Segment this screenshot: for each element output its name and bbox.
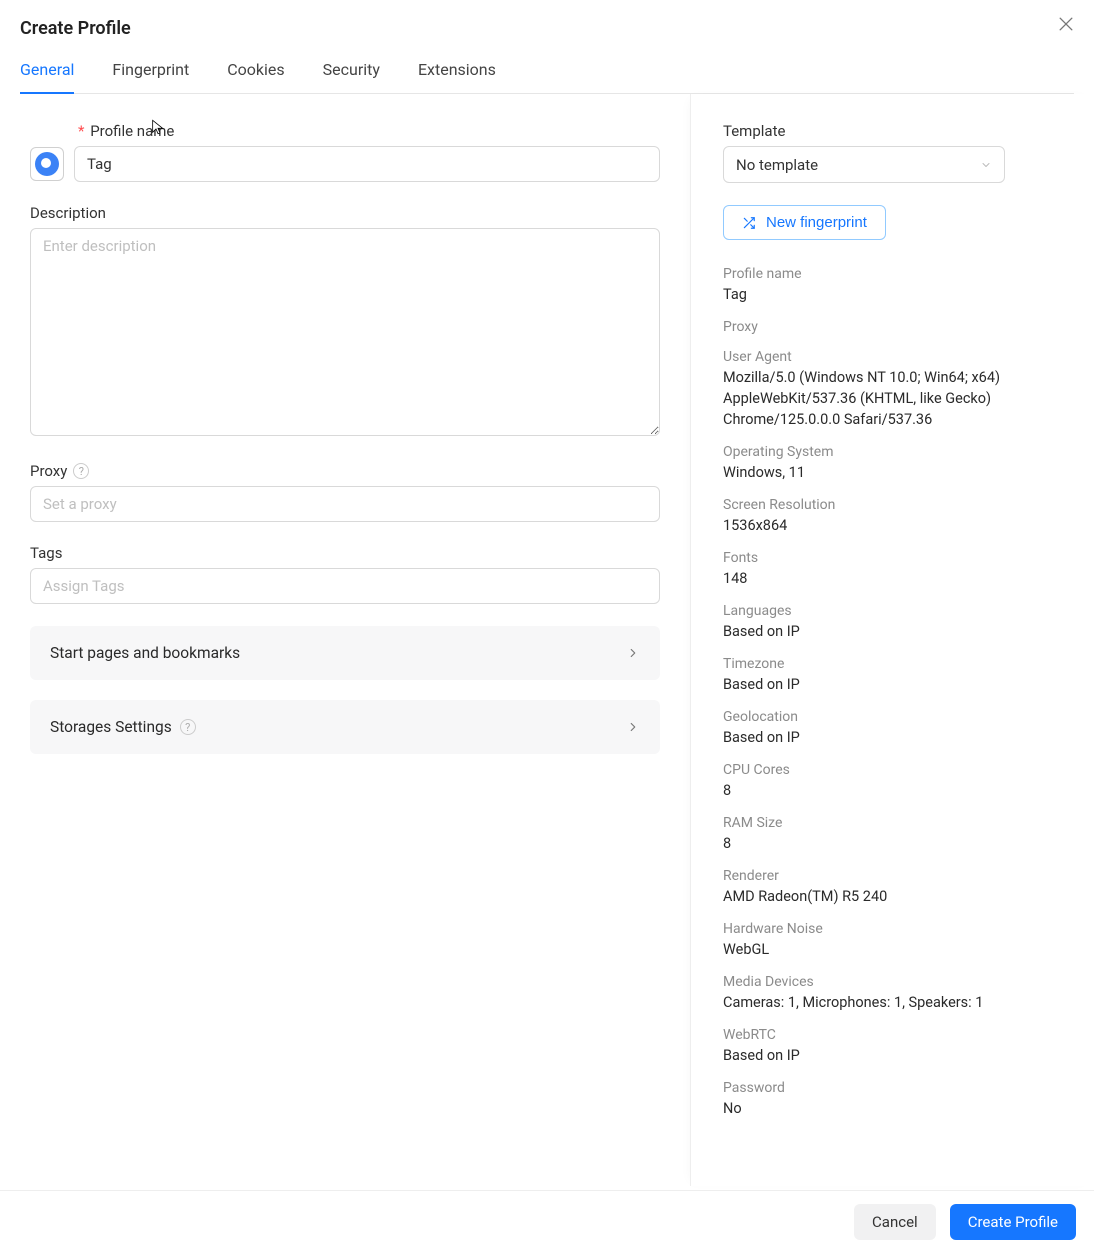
proxy-input[interactable] <box>30 486 660 522</box>
info-value: Based on IP <box>723 621 1064 642</box>
tab-general[interactable]: General <box>20 54 74 94</box>
info-item: Password No <box>723 1080 1064 1119</box>
info-item: Hardware Noise WebGL <box>723 921 1064 960</box>
info-key: Operating System <box>723 444 1064 460</box>
proxy-label: Proxy <box>30 462 67 480</box>
page-title: Create Profile <box>20 18 1074 39</box>
tabs: General Fingerprint Cookies Security Extensi… <box>20 53 1074 94</box>
info-key: CPU Cores <box>723 762 1064 778</box>
new-fingerprint-button[interactable]: New fingerprint <box>723 205 886 240</box>
panel-start-pages[interactable]: Start pages and bookmarks <box>30 626 660 680</box>
cancel-button[interactable]: Cancel <box>854 1204 936 1240</box>
info-value: 8 <box>723 780 1064 801</box>
profile-name-input[interactable] <box>74 146 660 182</box>
info-value: No <box>723 1098 1064 1119</box>
tags-input[interactable] <box>30 568 660 604</box>
info-item: WebRTC Based on IP <box>723 1027 1064 1066</box>
info-value: AMD Radeon(TM) R5 240 <box>723 886 1064 907</box>
info-value: Based on IP <box>723 727 1064 748</box>
info-key: Proxy <box>723 319 1064 335</box>
info-key: Password <box>723 1080 1064 1096</box>
info-item: CPU Cores 8 <box>723 762 1064 801</box>
info-key: User Agent <box>723 349 1064 365</box>
help-icon[interactable]: ? <box>73 463 89 479</box>
info-value: Cameras: 1, Microphones: 1, Speakers: 1 <box>723 992 1064 1013</box>
info-key: WebRTC <box>723 1027 1064 1043</box>
info-value: Windows, 11 <box>723 462 1064 483</box>
fingerprint-info-list: Profile name Tag Proxy User Agent Mozilla/5.… <box>723 266 1064 1119</box>
help-icon[interactable]: ? <box>180 719 196 735</box>
info-value: Based on IP <box>723 674 1064 695</box>
info-key: Profile name <box>723 266 1064 282</box>
info-value: Based on IP <box>723 1045 1064 1066</box>
tab-security[interactable]: Security <box>323 54 380 94</box>
create-profile-button[interactable]: Create Profile <box>950 1204 1076 1240</box>
info-item: Profile name Tag <box>723 266 1064 305</box>
info-item: Languages Based on IP <box>723 603 1064 642</box>
info-value: Mozilla/5.0 (Windows NT 10.0; Win64; x64… <box>723 367 1064 430</box>
info-key: Languages <box>723 603 1064 619</box>
globe-icon <box>35 152 59 176</box>
tab-extensions[interactable]: Extensions <box>418 54 496 94</box>
shuffle-icon <box>742 216 756 230</box>
info-key: Media Devices <box>723 974 1064 990</box>
tab-fingerprint[interactable]: Fingerprint <box>112 54 189 94</box>
tab-cookies[interactable]: Cookies <box>227 54 284 94</box>
info-value: 148 <box>723 568 1064 589</box>
info-item: Renderer AMD Radeon(TM) R5 240 <box>723 868 1064 907</box>
info-key: Geolocation <box>723 709 1064 725</box>
chevron-right-icon <box>626 720 640 734</box>
panel-start-label: Start pages and bookmarks <box>50 644 240 662</box>
chevron-right-icon <box>626 646 640 660</box>
info-key: Screen Resolution <box>723 497 1064 513</box>
info-value: Tag <box>723 284 1064 305</box>
description-textarea[interactable] <box>30 228 660 436</box>
panel-storage-settings[interactable]: Storages Settings ? <box>30 700 660 754</box>
template-select[interactable]: No template <box>723 146 1005 183</box>
info-item: RAM Size 8 <box>723 815 1064 854</box>
info-item: Operating System Windows, 11 <box>723 444 1064 483</box>
description-label: Description <box>30 204 660 222</box>
info-item: Proxy <box>723 319 1064 335</box>
info-value: 1536x864 <box>723 515 1064 536</box>
template-value: No template <box>736 156 818 174</box>
info-key: RAM Size <box>723 815 1064 831</box>
panel-storage-label: Storages Settings <box>50 718 172 736</box>
tags-label: Tags <box>30 544 660 562</box>
chevron-down-icon <box>980 159 992 171</box>
info-key: Renderer <box>723 868 1064 884</box>
profile-name-label: Profile name <box>90 122 174 140</box>
info-value: 8 <box>723 833 1064 854</box>
close-icon[interactable] <box>1056 14 1076 34</box>
info-value: WebGL <box>723 939 1064 960</box>
info-item: User Agent Mozilla/5.0 (Windows NT 10.0; … <box>723 349 1064 430</box>
profile-icon-picker[interactable] <box>30 147 64 181</box>
info-item: Fonts 148 <box>723 550 1064 589</box>
info-item: Screen Resolution 1536x864 <box>723 497 1064 536</box>
info-item: Media Devices Cameras: 1, Microphones: 1,… <box>723 974 1064 1013</box>
template-label: Template <box>723 122 1064 140</box>
info-key: Timezone <box>723 656 1064 672</box>
new-fingerprint-label: New fingerprint <box>766 214 867 231</box>
info-item: Geolocation Based on IP <box>723 709 1064 748</box>
info-key: Fonts <box>723 550 1064 566</box>
required-asterisk: * <box>78 122 84 140</box>
info-key: Hardware Noise <box>723 921 1064 937</box>
info-item: Timezone Based on IP <box>723 656 1064 695</box>
